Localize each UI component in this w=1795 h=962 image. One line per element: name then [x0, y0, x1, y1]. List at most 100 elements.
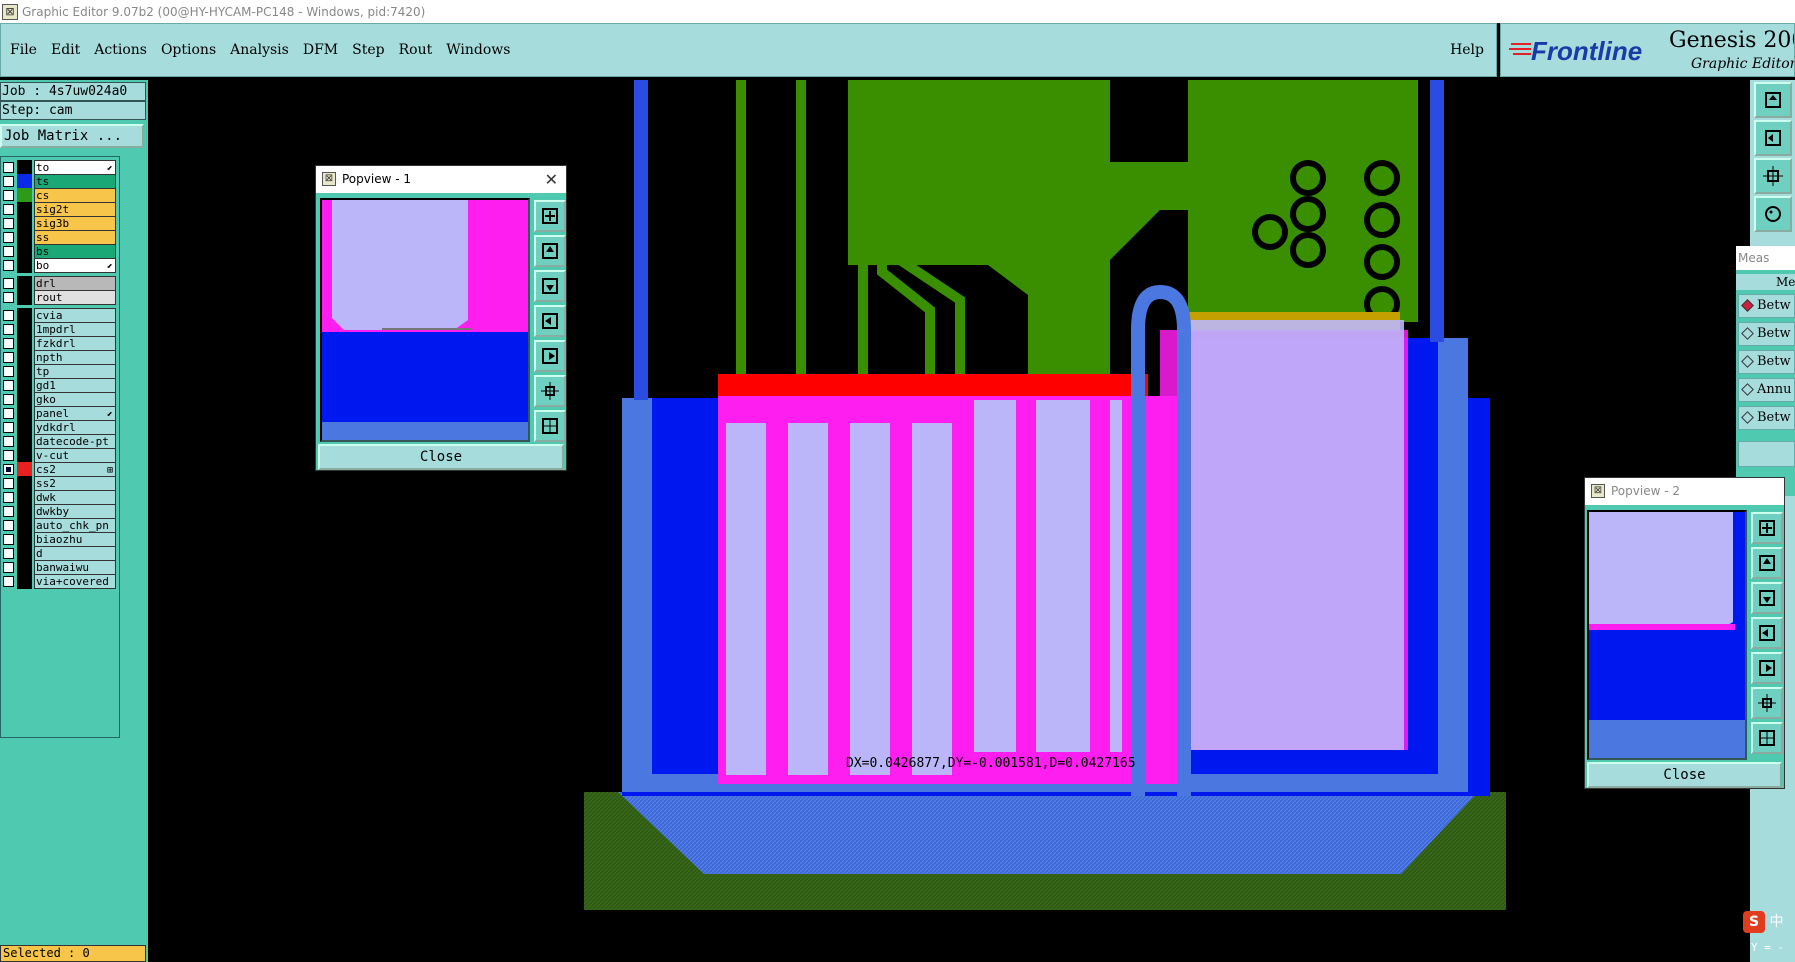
- popview-pan-right-button[interactable]: [534, 340, 566, 372]
- frontline-logo-text: Frontline: [1531, 36, 1642, 66]
- graphic-control-button[interactable]: [1754, 196, 1792, 232]
- measure-option-2[interactable]: Betw: [1738, 322, 1795, 346]
- zoom-back-button[interactable]: [1754, 120, 1792, 156]
- layer-checkbox[interactable]: [3, 422, 14, 433]
- layer-checkbox[interactable]: [3, 450, 14, 461]
- zoom-fit-button[interactable]: [1754, 158, 1792, 194]
- popview-zoom-out-button[interactable]: [534, 410, 566, 442]
- layer-checkbox[interactable]: [3, 506, 14, 517]
- window-icon: ⊠: [322, 172, 336, 186]
- menu-help[interactable]: Help: [1450, 42, 1484, 58]
- layer-checkbox[interactable]: [3, 562, 14, 573]
- layer-checkbox[interactable]: [3, 464, 14, 475]
- menu-file[interactable]: File: [7, 42, 40, 58]
- layer-color-swatch[interactable]: [17, 574, 32, 589]
- measure-option-5[interactable]: Betw: [1738, 406, 1795, 430]
- layer-checkbox[interactable]: [3, 324, 14, 335]
- arrow-left-icon: [542, 313, 558, 329]
- popview-1-canvas[interactable]: [320, 198, 530, 442]
- layer-checkbox[interactable]: [3, 534, 14, 545]
- trace-1: [736, 80, 746, 380]
- arrow-right-icon: [1759, 660, 1775, 676]
- sogou-ime-icon: S: [1743, 911, 1765, 933]
- layer-checkbox[interactable]: [3, 478, 14, 489]
- zoom-home-button[interactable]: [1754, 82, 1792, 118]
- popview-2-zoom-fit-button[interactable]: [1751, 687, 1783, 719]
- popview-1-titlebar: ⊠ Popview - 1 ✕: [316, 166, 566, 193]
- popview-2-pan-up-button[interactable]: [1751, 547, 1783, 579]
- layer-checkbox[interactable]: [3, 548, 14, 559]
- close-icon[interactable]: ✕: [545, 166, 558, 193]
- coord-readout: Y = -: [1751, 941, 1785, 954]
- layer-checkbox[interactable]: [3, 278, 14, 289]
- popview-2-pan-left-button[interactable]: [1751, 617, 1783, 649]
- menu-options[interactable]: Options: [158, 42, 219, 58]
- layer-checkbox[interactable]: [3, 204, 14, 215]
- popview-zoom-fit-button[interactable]: [534, 375, 566, 407]
- mask-strip-left: [622, 398, 652, 792]
- pad-strip-3: [850, 423, 890, 775]
- layer-checkbox[interactable]: [3, 292, 14, 303]
- layer-checkbox[interactable]: [3, 380, 14, 391]
- ime-indicator[interactable]: S 中 Y = -: [1743, 911, 1795, 954]
- layer-name[interactable]: bo ⬋: [34, 258, 116, 273]
- popview-1-close-button[interactable]: Close: [318, 444, 564, 470]
- popview-2-zoom-out-button[interactable]: [1751, 722, 1783, 754]
- measure-panel: Meas Mea Betw Betw Betw Annu Betw: [1736, 246, 1795, 496]
- product-subtitle: Graphic Editor: [1691, 56, 1795, 72]
- left-panel: Job : 4s7uw024a0 Step: cam Job Matrix ..…: [0, 80, 148, 962]
- layer-checkbox[interactable]: [3, 260, 14, 271]
- layer-name[interactable]: via+covered: [34, 574, 116, 589]
- layer-checkbox[interactable]: [3, 492, 14, 503]
- layer-row-via+covered[interactable]: via+covered: [1, 573, 119, 589]
- popview-2-pan-right-button[interactable]: [1751, 652, 1783, 684]
- layer-checkbox[interactable]: [3, 366, 14, 377]
- popview-2-zoom-in-button[interactable]: [1751, 512, 1783, 544]
- layer-checkbox[interactable]: [3, 162, 14, 173]
- menu-step[interactable]: Step: [349, 42, 387, 58]
- popview-2-window: ⊠ Popview - 2 Close: [1584, 477, 1785, 789]
- zoom-fit-icon: [1763, 166, 1783, 186]
- layer-color-swatch[interactable]: [17, 290, 32, 305]
- layer-name[interactable]: rout: [34, 290, 116, 305]
- layer-checkbox[interactable]: [3, 310, 14, 321]
- layer-checkbox[interactable]: [3, 190, 14, 201]
- menu-windows[interactable]: Windows: [443, 42, 513, 58]
- popview-zoom-in-button[interactable]: [534, 200, 566, 232]
- popview-1-title: Popview - 1: [342, 172, 411, 186]
- measure-option-4[interactable]: Annu: [1738, 378, 1795, 402]
- menu-edit[interactable]: Edit: [48, 42, 83, 58]
- layer-checkbox[interactable]: [3, 176, 14, 187]
- popview-pan-up-button[interactable]: [534, 235, 566, 267]
- popview-2-pan-down-button[interactable]: [1751, 582, 1783, 614]
- layer-checkbox[interactable]: [3, 352, 14, 363]
- layer-checkbox[interactable]: [3, 232, 14, 243]
- layer-checkbox[interactable]: [3, 218, 14, 229]
- menu-rout[interactable]: Rout: [396, 42, 436, 58]
- layer-checkbox[interactable]: [3, 338, 14, 349]
- pad-strip-2: [788, 423, 828, 775]
- pad-strip-5: [974, 400, 1016, 752]
- layer-row-bo[interactable]: bo ⬋: [1, 257, 119, 273]
- menu-actions[interactable]: Actions: [91, 42, 150, 58]
- layer-checkbox[interactable]: [3, 408, 14, 419]
- popview-pan-down-button[interactable]: [534, 270, 566, 302]
- measure-option-3[interactable]: Betw: [1738, 350, 1795, 374]
- layer-row-rout[interactable]: rout: [1, 289, 119, 305]
- menu-analysis[interactable]: Analysis: [227, 42, 292, 58]
- layer-checkbox[interactable]: [3, 394, 14, 405]
- layer-checkbox[interactable]: [3, 520, 14, 531]
- layer-color-swatch[interactable]: [17, 258, 32, 273]
- zoom-home-icon: [1765, 92, 1781, 108]
- menu-dfm[interactable]: DFM: [300, 42, 341, 58]
- measure-action-button[interactable]: [1738, 441, 1795, 467]
- layer-checkbox[interactable]: [3, 246, 14, 257]
- measure-title: Meas: [1736, 246, 1795, 270]
- popview-2-canvas[interactable]: [1587, 510, 1747, 760]
- popview-pan-left-button[interactable]: [534, 305, 566, 337]
- layer-checkbox[interactable]: [3, 436, 14, 447]
- job-matrix-button[interactable]: Job Matrix ...: [0, 124, 144, 148]
- popview-2-close-button[interactable]: Close: [1587, 762, 1782, 788]
- measure-option-1[interactable]: Betw: [1738, 294, 1795, 318]
- layer-checkbox[interactable]: [3, 576, 14, 587]
